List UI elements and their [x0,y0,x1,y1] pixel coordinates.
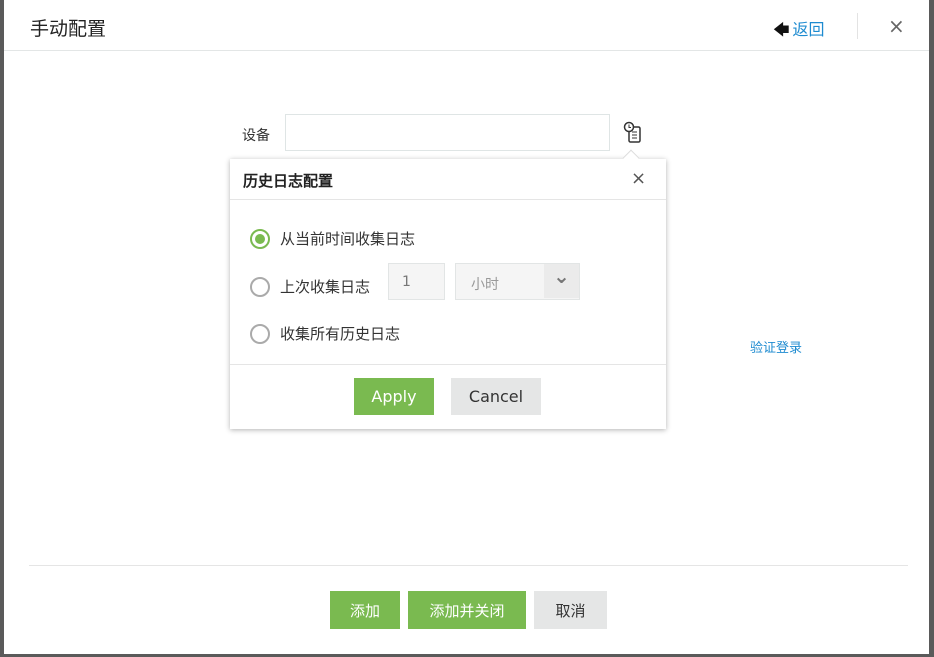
option-last-collect[interactable]: 上次收集日志 [250,276,370,297]
option-from-now[interactable]: 从当前时间收集日志 [250,228,415,249]
device-input[interactable] [285,114,610,151]
popover-header: 历史日志配置 × [230,159,666,200]
amount-input[interactable]: 1 [388,263,445,300]
option-label: 从当前时间收集日志 [280,230,416,248]
add-button[interactable]: 添加 [330,591,400,629]
radio[interactable] [250,323,270,344]
history-log-config-popover: 历史日志配置 × 从当前时间收集日志 上次收集日志 1 小时 ❯ 收集所有历史日志… [230,149,666,429]
unit-value: 小时 [471,277,499,293]
popover-title: 历史日志配置 [243,172,334,190]
option-label: 上次收集日志 [280,278,371,296]
dialog-header: 手动配置 🡄 返回 × [4,0,929,51]
popover-cancel-button[interactable]: Cancel [451,378,541,415]
radio[interactable] [250,276,270,297]
unit-select[interactable]: 小时 ❯ [455,263,580,300]
back-label: 返回 [792,20,825,39]
close-button[interactable]: × [888,14,905,38]
dialog-title: 手动配置 [30,18,107,40]
radio-checked[interactable] [250,228,270,249]
divider [857,13,858,39]
apply-button[interactable]: Apply [354,378,434,415]
history-log-config-icon[interactable] [622,121,644,145]
device-label: 设备 [242,128,270,144]
chevron-down-icon: ❯ [544,264,579,298]
add-and-close-button[interactable]: 添加并关闭 [408,591,526,629]
popover-close-button[interactable]: × [631,168,646,189]
verify-login-link[interactable]: 验证登录 [750,337,802,356]
option-label: 收集所有历史日志 [280,325,401,343]
cancel-button[interactable]: 取消 [534,591,607,629]
footer-divider [29,565,908,566]
popover-divider [230,364,666,365]
arrow-left-icon: 🡄 [773,20,790,39]
back-link[interactable]: 🡄 返回 [773,16,825,46]
option-all-history[interactable]: 收集所有历史日志 [250,323,400,344]
